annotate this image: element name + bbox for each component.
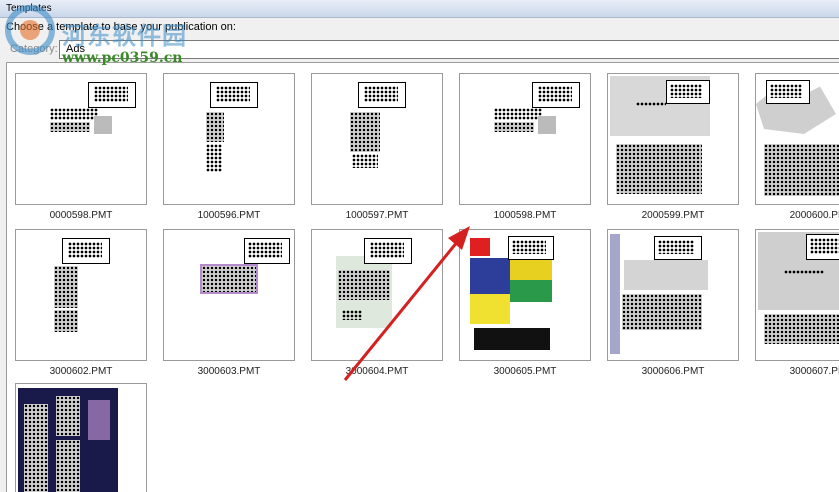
template-thumbnail [459,229,591,361]
category-select[interactable]: Ads [59,40,839,59]
template-filename: 3000605.PMT [493,366,557,377]
template-gallery[interactable]: 0000598.PMT 1000596.PMT 1000597.PMT 1000… [6,62,839,492]
template-filename: 3000606.PMT [641,366,705,377]
instruction-text: Choose a template to base your publicati… [6,21,236,33]
template-thumbnail [755,73,839,205]
template-thumbnail [311,229,443,361]
template-filename: 1000598.PMT [493,210,557,221]
template-thumbnail [607,73,739,205]
template-thumbnail [607,229,739,361]
template-filename: 0000598.PMT [49,210,113,221]
category-label: Category: [10,43,58,55]
template-thumbnail [15,73,147,205]
category-value: Ads [66,43,85,55]
template-filename: 3000604.PMT [345,366,409,377]
template-thumbnail [459,73,591,205]
template-thumbnail [15,383,147,492]
template-thumbnail [755,229,839,361]
window-title: Templates [6,3,52,14]
template-thumbnail [15,229,147,361]
template-filename: 1000597.PMT [345,210,409,221]
template-filename: 1000596.PMT [197,210,261,221]
template-thumbnail [311,73,443,205]
category-bar: Category: Ads [6,39,839,59]
template-thumbnail [163,73,295,205]
template-filename: 2000600.PMT [789,210,839,221]
template-filename: 2000599.PMT [641,210,705,221]
template-filename: 3000602.PMT [49,366,113,377]
template-filename: 3000607.PMT [789,366,839,377]
window-title-bar: Templates [0,0,839,18]
template-filename: 3000603.PMT [197,366,261,377]
template-thumbnail [163,229,295,361]
